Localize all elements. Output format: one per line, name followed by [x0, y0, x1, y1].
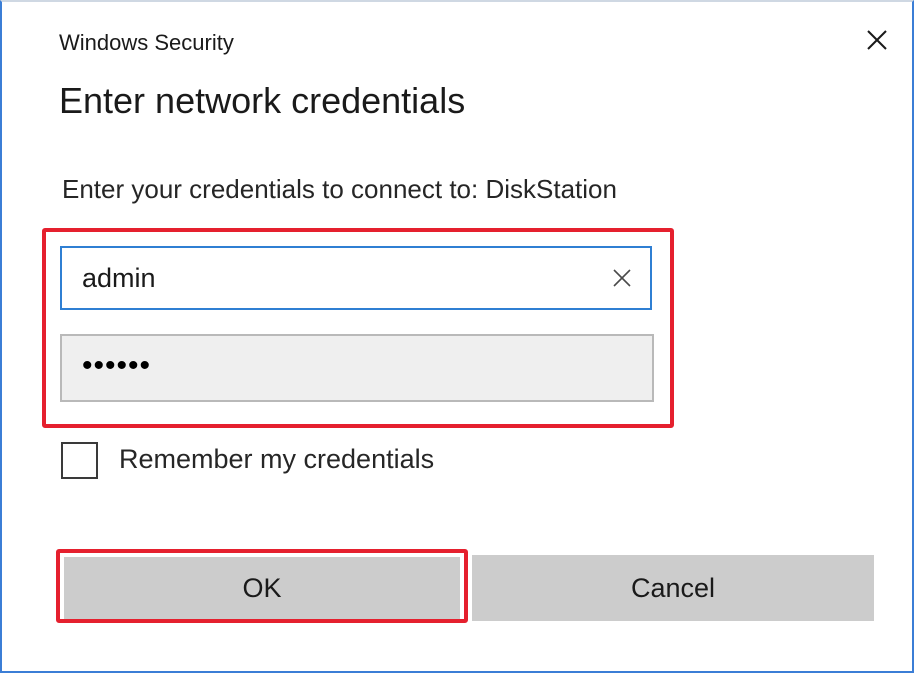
connection-prompt: Enter your credentials to connect to: Di…	[62, 174, 617, 204]
remember-credentials-checkbox[interactable]	[61, 442, 98, 479]
cancel-button[interactable]: Cancel	[472, 555, 874, 621]
credentials-dialog: Windows Security Enter network credentia…	[0, 0, 914, 673]
password-field[interactable]: ••••••	[60, 334, 654, 402]
close-icon	[867, 30, 887, 50]
clear-username-button[interactable]	[606, 262, 638, 294]
dialog-heading: Enter network credentials	[59, 80, 466, 121]
clear-x-icon	[613, 269, 631, 287]
close-button[interactable]	[854, 20, 900, 60]
remember-credentials-label[interactable]: Remember my credentials	[119, 444, 434, 475]
username-field[interactable]: admin	[60, 246, 652, 310]
username-value: admin	[82, 263, 156, 293]
ok-highlight-box	[56, 549, 468, 623]
window-title: Windows Security	[59, 30, 234, 55]
password-value: ••••••	[82, 349, 152, 382]
